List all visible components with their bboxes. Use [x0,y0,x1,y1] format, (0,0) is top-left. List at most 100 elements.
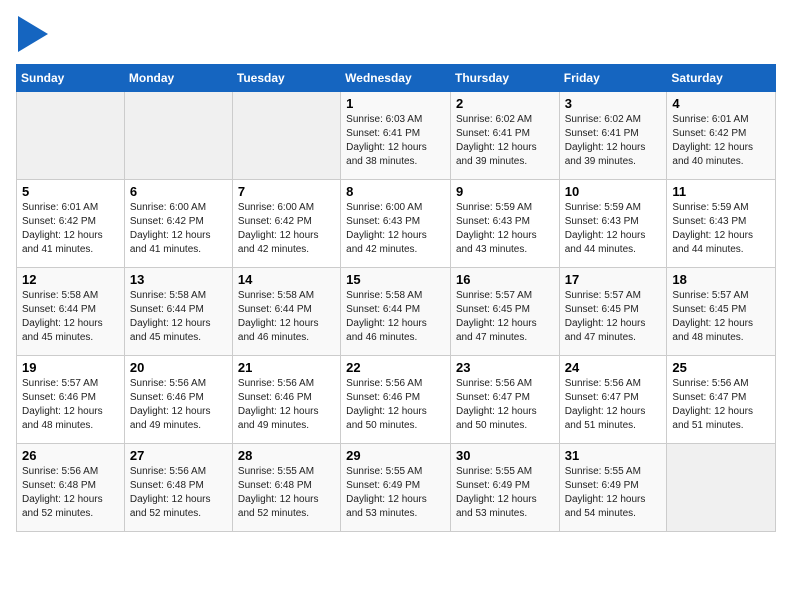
column-header-friday: Friday [559,65,667,92]
calendar-cell: 18 Sunrise: 5:57 AM Sunset: 6:45 PM Dayli… [667,268,776,356]
logo [16,16,48,52]
day-info: Sunrise: 5:56 AM Sunset: 6:46 PM Dayligh… [346,377,445,433]
calendar-cell: 9Sunrise: 5:59 AM Sunset: 6:43 PM Daylig… [450,180,559,268]
day-info: Sunrise: 5:57 AM Sunset: 6:46 PM Dayligh… [22,377,119,433]
day-info: Sunrise: 6:01 AM Sunset: 6:42 PM Dayligh… [672,113,770,169]
week-row-5: 26Sunrise: 5:56 AM Sunset: 6:48 PM Dayli… [17,444,776,532]
day-info: Sunrise: 6:03 AM Sunset: 6:41 PM Dayligh… [346,113,445,169]
day-number: 2 [456,96,554,111]
calendar-cell: 15 Sunrise: 5:58 AM Sunset: 6:44 PM Dayli… [341,268,451,356]
calendar-cell: 10 Sunrise: 5:59 AM Sunset: 6:43 PM Dayli… [559,180,667,268]
calendar-cell: 14Sunrise: 5:58 AM Sunset: 6:44 PM Dayli… [232,268,340,356]
page-header [16,16,776,52]
calendar-cell: 25 Sunrise: 5:56 AM Sunset: 6:47 PM Dayli… [667,356,776,444]
week-row-1: 1Sunrise: 6:03 AM Sunset: 6:41 PM Daylig… [17,92,776,180]
day-number: 11 [672,184,770,199]
day-number: 30 [456,448,554,463]
calendar-cell: 7Sunrise: 6:00 AM Sunset: 6:42 PM Daylig… [232,180,340,268]
day-number: 3 [565,96,662,111]
day-info: Sunrise: 5:55 AM Sunset: 6:49 PM Dayligh… [346,465,445,521]
calendar-cell: 31Sunrise: 5:55 AM Sunset: 6:49 PM Dayli… [559,444,667,532]
day-info: Sunrise: 5:56 AM Sunset: 6:48 PM Dayligh… [130,465,227,521]
day-info: Sunrise: 5:57 AM Sunset: 6:45 PM Dayligh… [672,289,770,345]
day-info: Sunrise: 5:55 AM Sunset: 6:48 PM Dayligh… [238,465,335,521]
day-number: 12 [22,272,119,287]
day-info: Sunrise: 6:00 AM Sunset: 6:43 PM Dayligh… [346,201,445,257]
day-info: Sunrise: 5:58 AM Sunset: 6:44 PM Dayligh… [346,289,445,345]
day-number: 25 [672,360,770,375]
day-number: 17 [565,272,662,287]
day-number: 18 [672,272,770,287]
day-info: Sunrise: 5:56 AM Sunset: 6:48 PM Dayligh… [22,465,119,521]
calendar-cell: 4 Sunrise: 6:01 AM Sunset: 6:42 PM Daylig… [667,92,776,180]
day-info: Sunrise: 5:55 AM Sunset: 6:49 PM Dayligh… [456,465,554,521]
column-header-sunday: Sunday [17,65,125,92]
day-number: 19 [22,360,119,375]
day-info: Sunrise: 6:00 AM Sunset: 6:42 PM Dayligh… [238,201,335,257]
calendar-cell [17,92,125,180]
calendar-cell: 23 Sunrise: 5:56 AM Sunset: 6:47 PM Dayli… [450,356,559,444]
day-number: 4 [672,96,770,111]
calendar-cell [232,92,340,180]
day-info: Sunrise: 5:55 AM Sunset: 6:49 PM Dayligh… [565,465,662,521]
calendar-cell [124,92,232,180]
calendar-cell: 29 Sunrise: 5:55 AM Sunset: 6:49 PM Dayli… [341,444,451,532]
calendar-cell: 27 Sunrise: 5:56 AM Sunset: 6:48 PM Dayli… [124,444,232,532]
day-info: Sunrise: 6:01 AM Sunset: 6:42 PM Dayligh… [22,201,119,257]
calendar-cell: 19 Sunrise: 5:57 AM Sunset: 6:46 PM Dayli… [17,356,125,444]
day-info: Sunrise: 5:58 AM Sunset: 6:44 PM Dayligh… [130,289,227,345]
day-info: Sunrise: 5:58 AM Sunset: 6:44 PM Dayligh… [22,289,119,345]
calendar-cell: 5Sunrise: 6:01 AM Sunset: 6:42 PM Daylig… [17,180,125,268]
day-info: Sunrise: 5:56 AM Sunset: 6:47 PM Dayligh… [456,377,554,433]
day-number: 16 [456,272,554,287]
day-info: Sunrise: 5:56 AM Sunset: 6:46 PM Dayligh… [130,377,227,433]
day-info: Sunrise: 5:56 AM Sunset: 6:47 PM Dayligh… [672,377,770,433]
calendar-cell: 11 Sunrise: 5:59 AM Sunset: 6:43 PM Dayli… [667,180,776,268]
day-number: 23 [456,360,554,375]
day-info: Sunrise: 6:02 AM Sunset: 6:41 PM Dayligh… [565,113,662,169]
day-number: 14 [238,272,335,287]
calendar-cell: 21Sunrise: 5:56 AM Sunset: 6:46 PM Dayli… [232,356,340,444]
calendar-cell: 2 Sunrise: 6:02 AM Sunset: 6:41 PM Daylig… [450,92,559,180]
day-number: 8 [346,184,445,199]
calendar-cell: 1Sunrise: 6:03 AM Sunset: 6:41 PM Daylig… [341,92,451,180]
calendar-cell: 20 Sunrise: 5:56 AM Sunset: 6:46 PM Dayli… [124,356,232,444]
column-header-wednesday: Wednesday [341,65,451,92]
week-row-4: 19 Sunrise: 5:57 AM Sunset: 6:46 PM Dayli… [17,356,776,444]
day-number: 24 [565,360,662,375]
day-number: 29 [346,448,445,463]
day-info: Sunrise: 6:02 AM Sunset: 6:41 PM Dayligh… [456,113,554,169]
day-number: 6 [130,184,227,199]
day-info: Sunrise: 5:56 AM Sunset: 6:46 PM Dayligh… [238,377,335,433]
day-info: Sunrise: 5:59 AM Sunset: 6:43 PM Dayligh… [672,201,770,257]
calendar-cell: 26Sunrise: 5:56 AM Sunset: 6:48 PM Dayli… [17,444,125,532]
calendar-cell: 6 Sunrise: 6:00 AM Sunset: 6:42 PM Daylig… [124,180,232,268]
calendar-table: SundayMondayTuesdayWednesdayThursdayFrid… [16,64,776,532]
column-header-saturday: Saturday [667,65,776,92]
day-info: Sunrise: 5:57 AM Sunset: 6:45 PM Dayligh… [565,289,662,345]
column-header-thursday: Thursday [450,65,559,92]
week-row-2: 5Sunrise: 6:01 AM Sunset: 6:42 PM Daylig… [17,180,776,268]
calendar-cell: 24 Sunrise: 5:56 AM Sunset: 6:47 PM Dayli… [559,356,667,444]
day-number: 15 [346,272,445,287]
calendar-cell: 12 Sunrise: 5:58 AM Sunset: 6:44 PM Dayli… [17,268,125,356]
day-number: 10 [565,184,662,199]
calendar-cell: 17 Sunrise: 5:57 AM Sunset: 6:45 PM Dayli… [559,268,667,356]
day-number: 27 [130,448,227,463]
calendar-cell: 13Sunrise: 5:58 AM Sunset: 6:44 PM Dayli… [124,268,232,356]
header-row: SundayMondayTuesdayWednesdayThursdayFrid… [17,65,776,92]
calendar-cell: 30 Sunrise: 5:55 AM Sunset: 6:49 PM Dayli… [450,444,559,532]
calendar-cell [667,444,776,532]
calendar-cell: 8 Sunrise: 6:00 AM Sunset: 6:43 PM Daylig… [341,180,451,268]
calendar-cell: 22 Sunrise: 5:56 AM Sunset: 6:46 PM Dayli… [341,356,451,444]
day-number: 22 [346,360,445,375]
day-number: 28 [238,448,335,463]
column-header-monday: Monday [124,65,232,92]
day-info: Sunrise: 5:59 AM Sunset: 6:43 PM Dayligh… [565,201,662,257]
day-number: 20 [130,360,227,375]
day-info: Sunrise: 5:56 AM Sunset: 6:47 PM Dayligh… [565,377,662,433]
day-info: Sunrise: 6:00 AM Sunset: 6:42 PM Dayligh… [130,201,227,257]
calendar-cell: 3 Sunrise: 6:02 AM Sunset: 6:41 PM Daylig… [559,92,667,180]
week-row-3: 12 Sunrise: 5:58 AM Sunset: 6:44 PM Dayli… [17,268,776,356]
calendar-cell: 28 Sunrise: 5:55 AM Sunset: 6:48 PM Dayli… [232,444,340,532]
